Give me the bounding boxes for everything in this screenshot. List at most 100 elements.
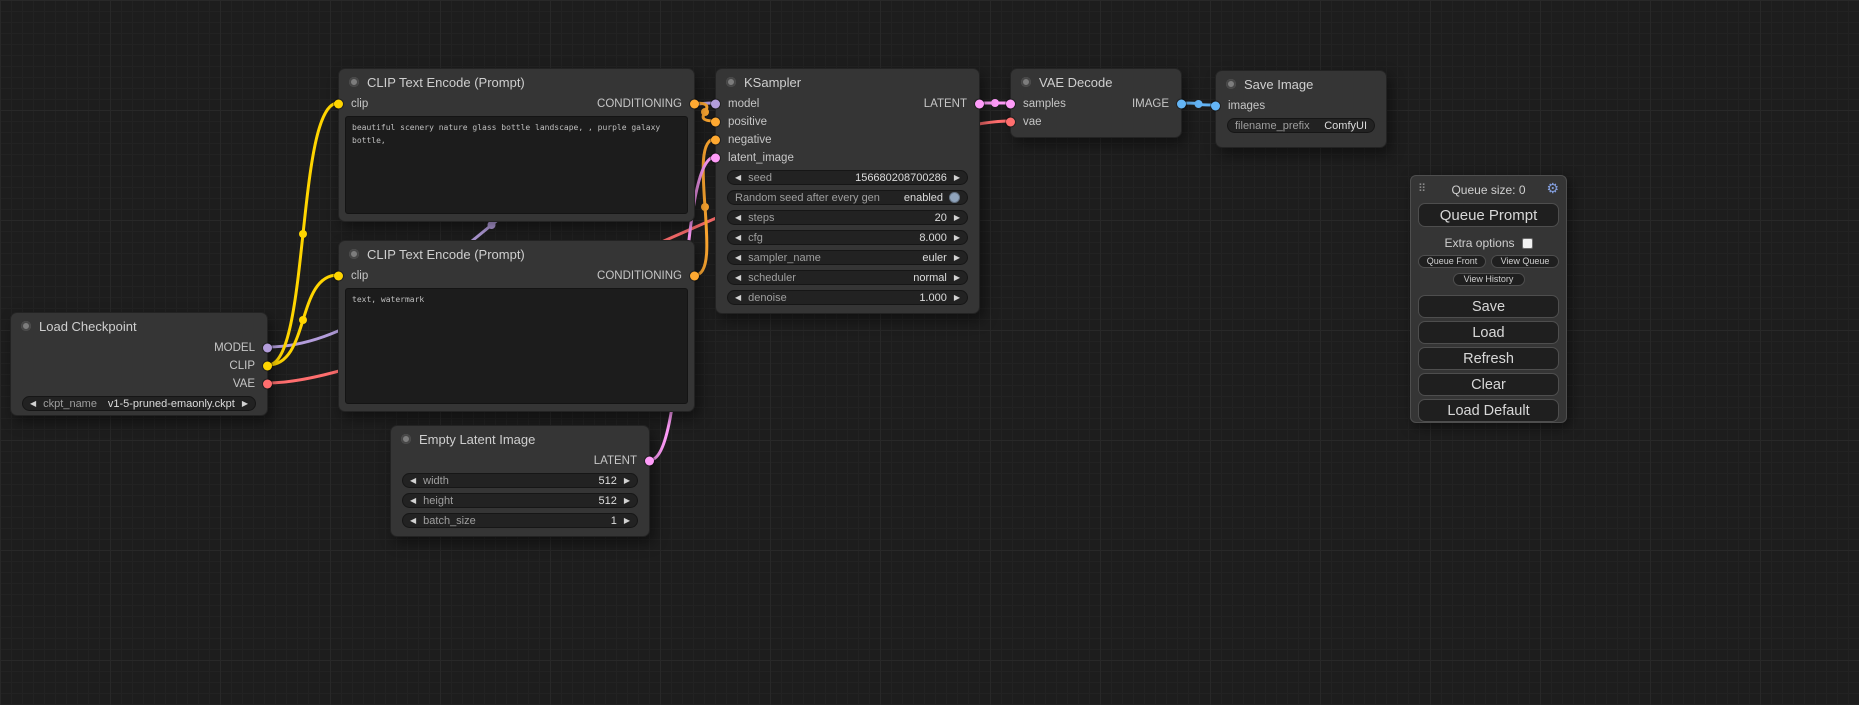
widget-value: 1 [611,515,617,527]
queue-size-label: Queue size: 0 [1451,183,1525,197]
drag-handle-icon[interactable]: ⠿ [1418,182,1426,195]
widget-sampler-name[interactable]: ◀ sampler_name euler ▶ [727,250,968,265]
decrement-arrow-icon[interactable]: ◀ [735,254,741,262]
collapse-dot-icon[interactable] [1021,77,1031,87]
collapse-dot-icon[interactable] [726,77,736,87]
node-title: Save Image [1244,77,1313,92]
decrement-arrow-icon[interactable]: ◀ [735,294,741,302]
output-slot-latent[interactable] [645,457,654,466]
increment-arrow-icon[interactable]: ▶ [624,477,630,485]
node-load-checkpoint[interactable]: Load Checkpoint MODEL CLIP VAE ◀ ckpt_na… [10,312,268,416]
input-slot-vae[interactable] [1006,118,1015,127]
node-vae-decode[interactable]: VAE Decode samples IMAGE vae [1010,68,1182,138]
node-title-bar[interactable]: Save Image [1216,71,1386,97]
decrement-arrow-icon[interactable]: ◀ [735,234,741,242]
node-title-bar[interactable]: CLIP Text Encode (Prompt) [339,69,694,95]
widget-value: euler [922,252,946,264]
node-clip-text-encode-negative[interactable]: CLIP Text Encode (Prompt) clip CONDITION… [338,240,695,412]
load-button[interactable]: Load [1418,321,1559,344]
increment-arrow-icon[interactable]: ▶ [624,517,630,525]
widget-steps[interactable]: ◀ steps 20 ▶ [727,210,968,225]
collapse-dot-icon[interactable] [21,321,31,331]
decrement-arrow-icon[interactable]: ◀ [735,274,741,282]
prompt-textarea[interactable]: beautiful scenery nature glass bottle la… [345,116,688,214]
queue-menu-panel[interactable]: ⠿ Queue size: 0 ⚙ Queue Prompt Extra opt… [1410,175,1567,423]
widget-width[interactable]: ◀ width 512 ▶ [402,473,638,488]
widget-ckpt-name[interactable]: ◀ ckpt_name v1-5-pruned-emaonly.ckpt ▶ [22,396,256,411]
slot-row: positive [716,113,979,131]
widget-label: Random seed after every gen [735,192,880,204]
queue-front-button[interactable]: Queue Front [1418,255,1486,268]
collapse-dot-icon[interactable] [401,434,411,444]
settings-gear-icon[interactable]: ⚙ [1546,180,1559,197]
widget-label: seed [748,172,772,184]
increment-arrow-icon[interactable]: ▶ [954,214,960,222]
widget-random-seed-toggle[interactable]: Random seed after every gen enabled [727,190,968,205]
decrement-arrow-icon[interactable]: ◀ [735,174,741,182]
load-default-button[interactable]: Load Default [1418,399,1559,422]
input-slot-images[interactable] [1211,102,1220,111]
increment-arrow-icon[interactable]: ▶ [954,294,960,302]
node-title-bar[interactable]: VAE Decode [1011,69,1181,95]
input-slot-samples[interactable] [1006,100,1015,109]
widget-seed[interactable]: ◀ seed 156680208700286 ▶ [727,170,968,185]
view-queue-button[interactable]: View Queue [1491,255,1559,268]
collapse-dot-icon[interactable] [1226,79,1236,89]
toggle-knob-icon[interactable] [949,192,960,203]
node-title-bar[interactable]: KSampler [716,69,979,95]
output-slot-conditioning[interactable] [690,272,699,281]
input-slot-latent-image[interactable] [711,154,720,163]
output-slot-conditioning[interactable] [690,100,699,109]
increment-arrow-icon[interactable]: ▶ [954,274,960,282]
decrement-arrow-icon[interactable]: ◀ [410,517,416,525]
graph-canvas[interactable]: { "icons": { "decrement": "◀", "incremen… [0,0,1859,705]
collapse-dot-icon[interactable] [349,249,359,259]
queue-prompt-button[interactable]: Queue Prompt [1418,203,1559,227]
input-slot-model[interactable] [711,100,720,109]
increment-arrow-icon[interactable]: ▶ [954,254,960,262]
extra-options-checkbox[interactable] [1522,238,1533,249]
input-slot-positive[interactable] [711,118,720,127]
clear-button[interactable]: Clear [1418,373,1559,396]
widget-cfg[interactable]: ◀ cfg 8.000 ▶ [727,230,968,245]
increment-arrow-icon[interactable]: ▶ [624,497,630,505]
node-clip-text-encode-positive[interactable]: CLIP Text Encode (Prompt) clip CONDITION… [338,68,695,222]
node-ksampler[interactable]: KSampler model LATENT positive negative … [715,68,980,314]
prompt-textarea[interactable]: text, watermark [345,288,688,404]
output-slot-model[interactable] [263,344,272,353]
refresh-button[interactable]: Refresh [1418,347,1559,370]
decrement-arrow-icon[interactable]: ◀ [410,477,416,485]
decrement-arrow-icon[interactable]: ◀ [735,214,741,222]
widget-filename-prefix[interactable]: filename_prefix ComfyUI [1227,118,1375,133]
increment-arrow-icon[interactable]: ▶ [954,234,960,242]
widget-label: sampler_name [748,252,821,264]
save-button[interactable]: Save [1418,295,1559,318]
node-title-bar[interactable]: Load Checkpoint [11,313,267,339]
input-slot-clip[interactable] [334,272,343,281]
output-slot-image[interactable] [1177,100,1186,109]
collapse-dot-icon[interactable] [349,77,359,87]
output-slot-vae[interactable] [263,380,272,389]
input-slot-clip[interactable] [334,100,343,109]
decrement-arrow-icon[interactable]: ◀ [30,400,36,408]
slot-row: negative [716,131,979,149]
view-history-button[interactable]: View History [1453,273,1525,286]
increment-arrow-icon[interactable]: ▶ [954,174,960,182]
slot-row: clip CONDITIONING [339,267,694,285]
node-save-image[interactable]: Save Image images filename_prefix ComfyU… [1215,70,1387,148]
widget-height[interactable]: ◀ height 512 ▶ [402,493,638,508]
output-slot-clip[interactable] [263,362,272,371]
node-title-bar[interactable]: Empty Latent Image [391,426,649,452]
increment-arrow-icon[interactable]: ▶ [242,400,248,408]
output-slot-latent[interactable] [975,100,984,109]
input-slot-label: clip [351,270,368,282]
widget-denoise[interactable]: ◀ denoise 1.000 ▶ [727,290,968,305]
widget-scheduler[interactable]: ◀ scheduler normal ▶ [727,270,968,285]
decrement-arrow-icon[interactable]: ◀ [410,497,416,505]
widget-batch-size[interactable]: ◀ batch_size 1 ▶ [402,513,638,528]
widget-label: cfg [748,232,763,244]
input-slot-negative[interactable] [711,136,720,145]
node-empty-latent-image[interactable]: Empty Latent Image LATENT ◀ width 512 ▶ … [390,425,650,537]
widget-value: 156680208700286 [855,172,947,184]
node-title-bar[interactable]: CLIP Text Encode (Prompt) [339,241,694,267]
